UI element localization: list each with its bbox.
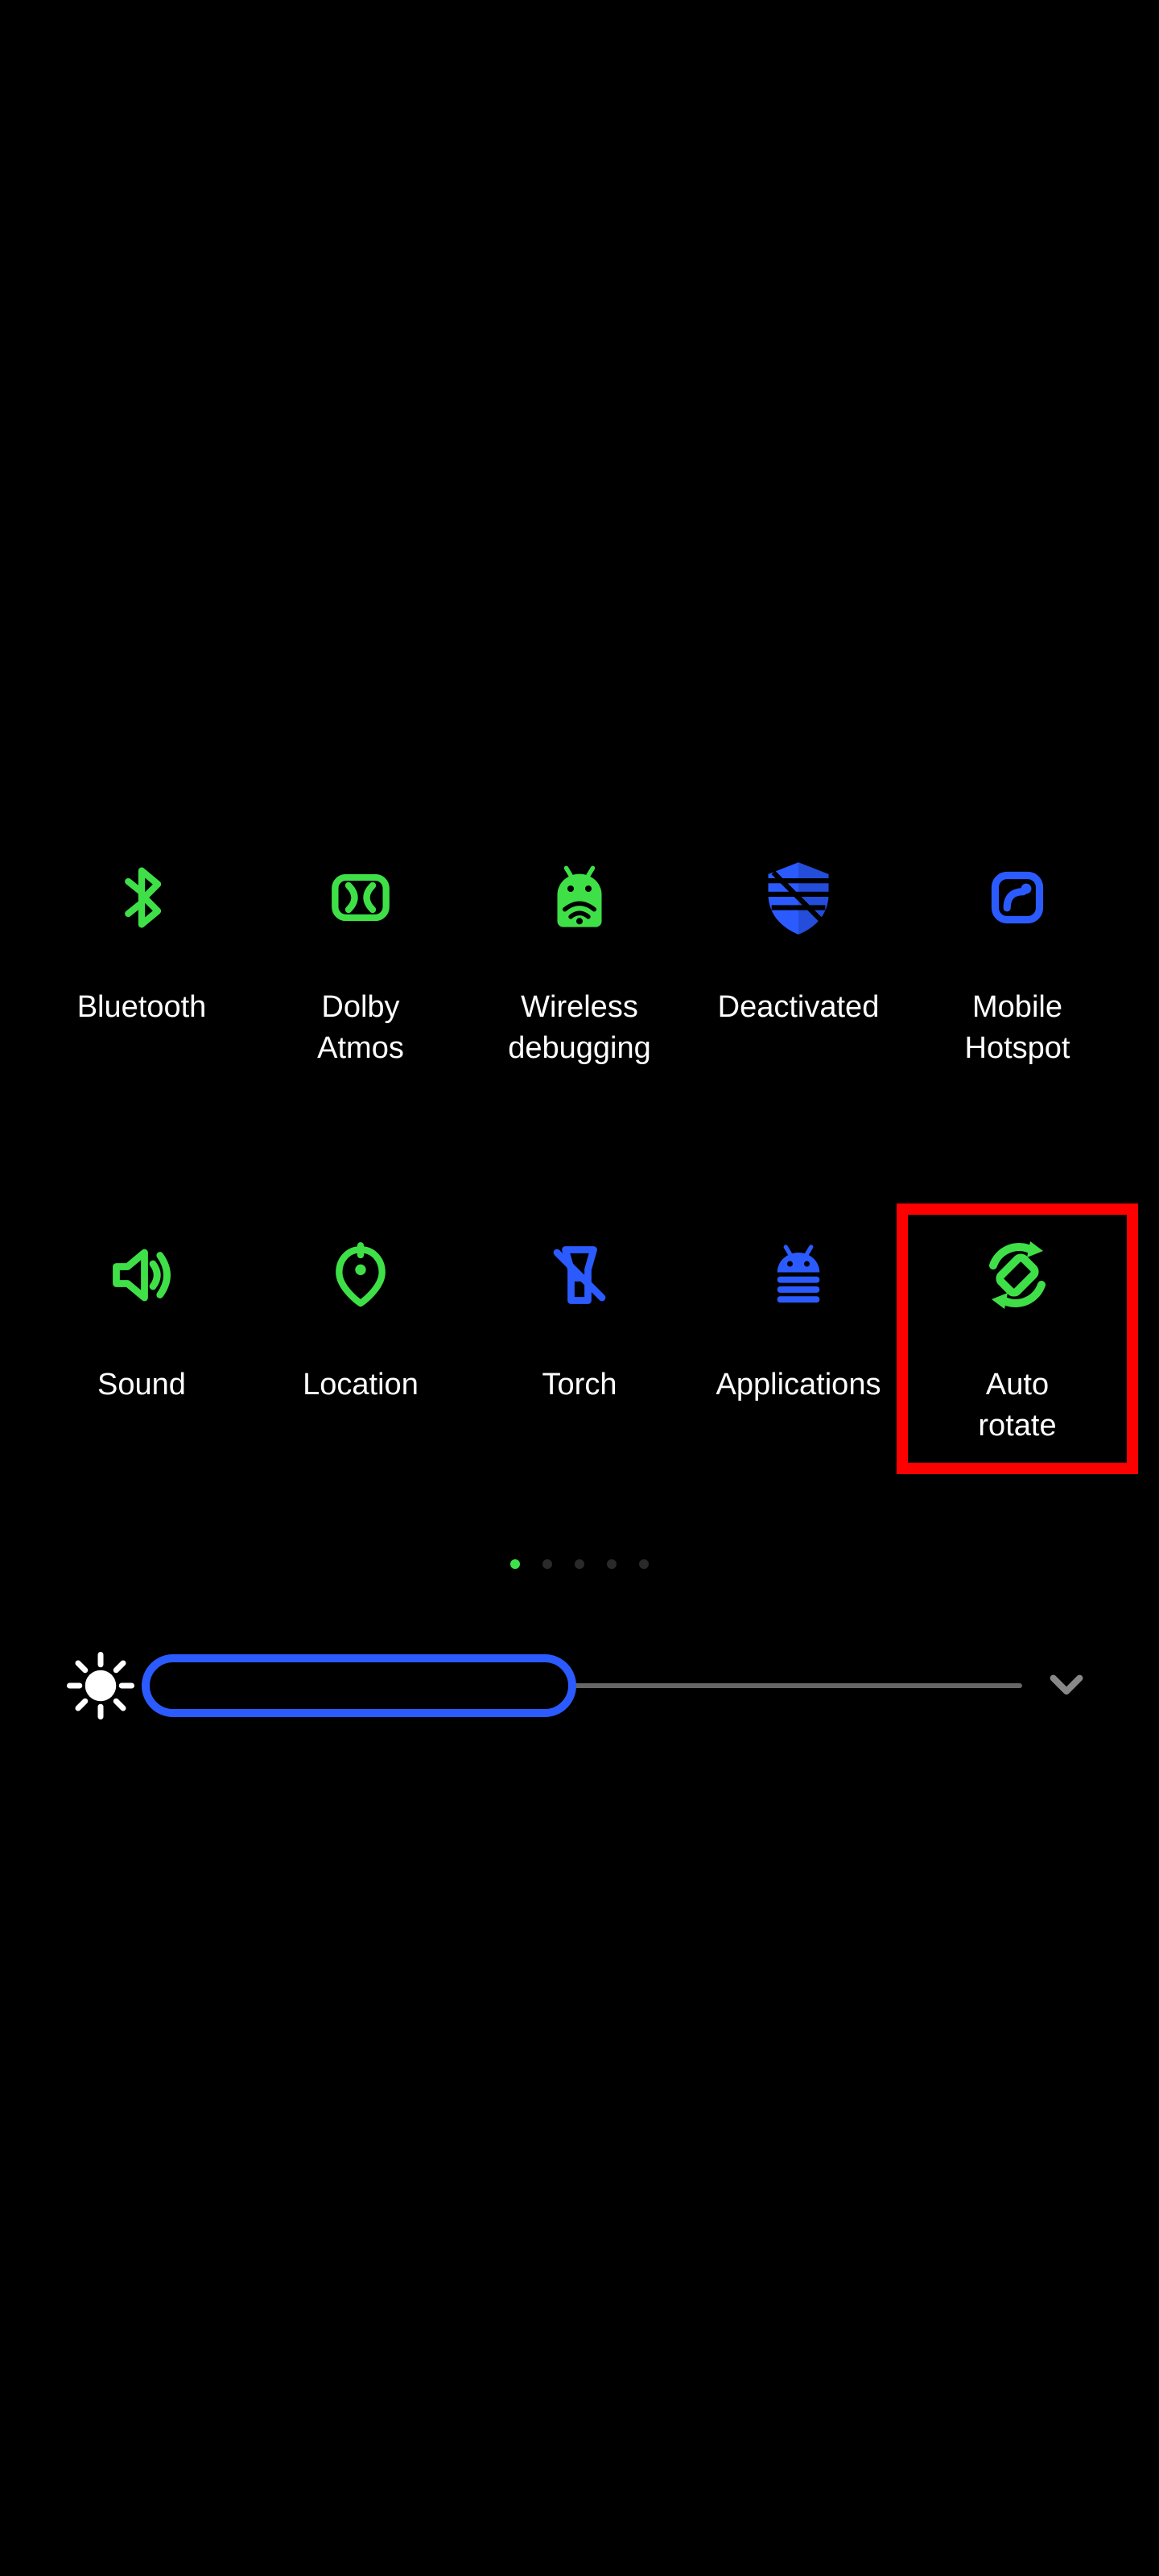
slider-thumb[interactable] xyxy=(142,1654,576,1717)
bluetooth-icon xyxy=(97,853,186,942)
tile-label: Auto rotate xyxy=(978,1364,1056,1447)
speaker-icon xyxy=(97,1231,186,1319)
hotspot-icon xyxy=(973,853,1062,942)
tile-label: Deactivated xyxy=(718,987,880,1028)
shield-icon xyxy=(754,853,843,942)
page-dot xyxy=(575,1559,584,1569)
tile-dolby-atmos[interactable]: Dolby Atmos xyxy=(251,837,470,1086)
tile-wireless-debugging[interactable]: Wireless debugging xyxy=(470,837,689,1086)
tile-location[interactable]: Location xyxy=(251,1215,470,1463)
tile-label: Location xyxy=(303,1364,419,1406)
quick-settings-grid: Bluetooth Dolby Atmos Wireless debugging… xyxy=(0,837,1159,1463)
expand-brightness-button[interactable] xyxy=(1030,1649,1103,1722)
brightness-icon xyxy=(56,1641,145,1730)
tile-label: Dolby Atmos xyxy=(317,987,404,1070)
dolby-atmos-icon xyxy=(316,853,405,942)
tile-label: Applications xyxy=(716,1364,881,1406)
brightness-slider[interactable] xyxy=(153,1653,1022,1718)
tile-label: Mobile Hotspot xyxy=(965,987,1070,1070)
tile-applications[interactable]: Applications xyxy=(689,1215,908,1463)
page-dot xyxy=(542,1559,552,1569)
page-dot xyxy=(607,1559,617,1569)
tile-sound[interactable]: Sound xyxy=(32,1215,251,1463)
torch-icon xyxy=(535,1231,624,1319)
android-wifi-icon xyxy=(535,853,624,942)
autorotate-icon xyxy=(973,1231,1062,1319)
tile-label: Bluetooth xyxy=(77,987,207,1028)
location-icon xyxy=(316,1231,405,1319)
tile-label: Sound xyxy=(97,1364,186,1406)
tile-auto-rotate[interactable]: Auto rotate xyxy=(908,1215,1127,1463)
brightness-control xyxy=(0,1641,1159,1730)
tile-deactivated[interactable]: Deactivated xyxy=(689,837,908,1086)
page-dot xyxy=(639,1559,649,1569)
tile-torch[interactable]: Torch xyxy=(470,1215,689,1463)
page-dot xyxy=(510,1559,520,1569)
tile-bluetooth[interactable]: Bluetooth xyxy=(32,837,251,1086)
applications-icon xyxy=(754,1231,843,1319)
page-indicator xyxy=(0,1559,1159,1569)
tile-mobile-hotspot[interactable]: Mobile Hotspot xyxy=(908,837,1127,1086)
quick-settings-panel: Bluetooth Dolby Atmos Wireless debugging… xyxy=(0,837,1159,1730)
tile-label: Torch xyxy=(542,1364,617,1406)
tile-label: Wireless debugging xyxy=(508,987,651,1070)
